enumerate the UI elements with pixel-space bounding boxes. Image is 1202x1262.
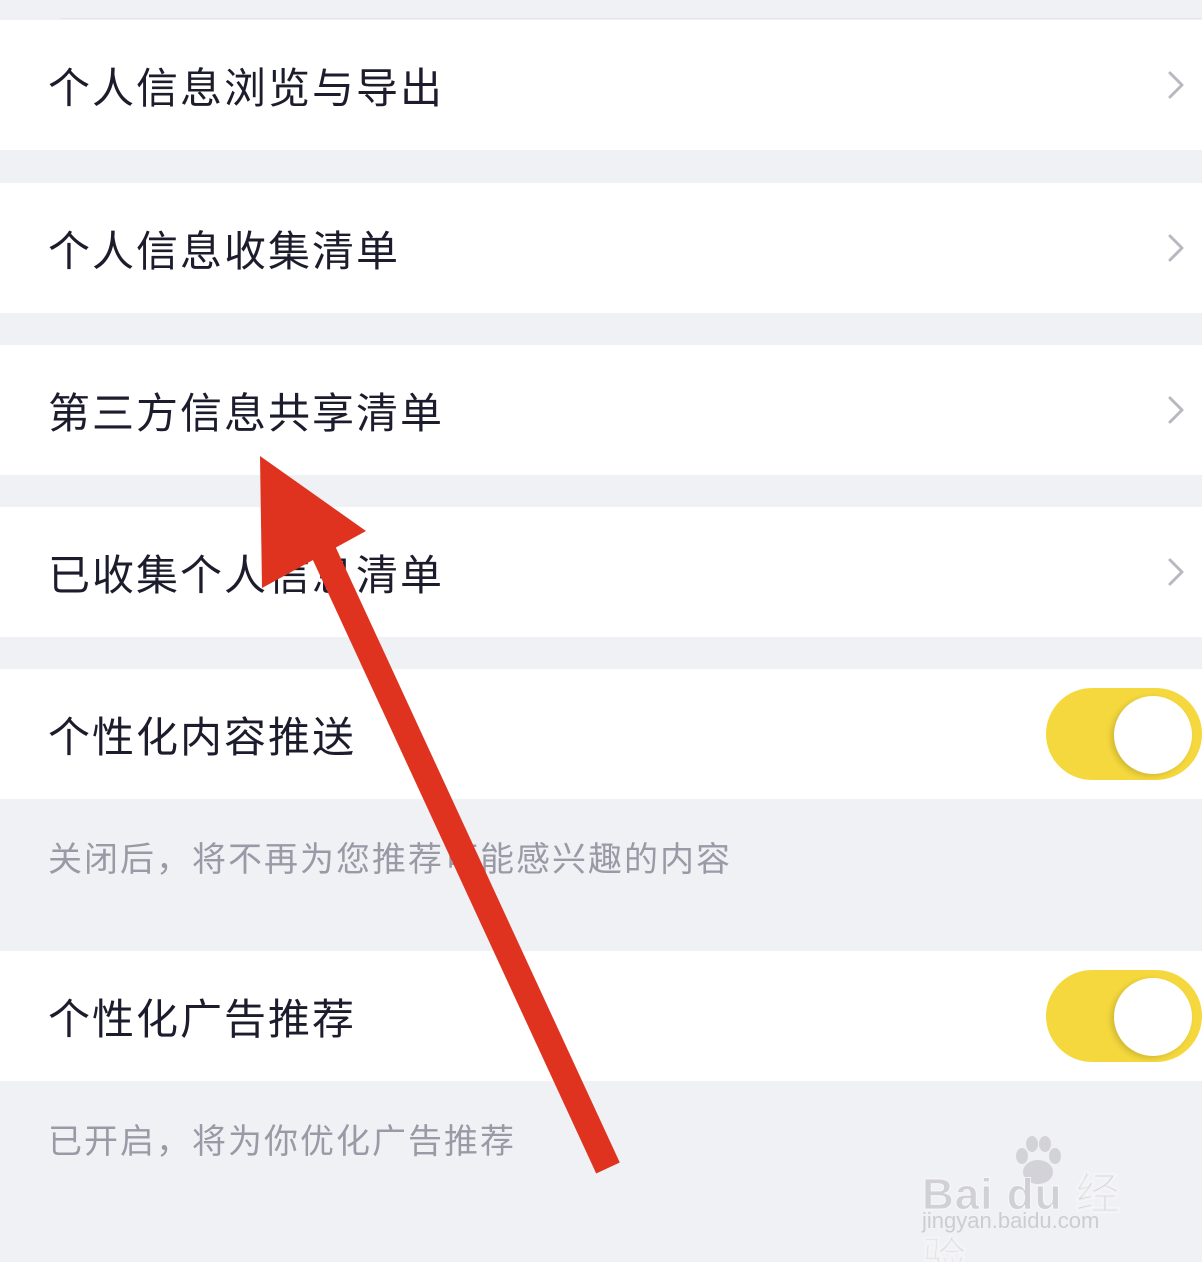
setting-label: 个性化广告推荐 — [48, 994, 357, 1044]
chevron-right-icon — [1168, 558, 1184, 586]
chevron-right-icon — [1168, 71, 1184, 99]
privacy-settings-page: 个人信息浏览与导出 个人信息收集清单 第三方信息共享清单 已收集个人信息清单 个… — [0, 0, 1202, 1262]
setting-personalized-ads: 个性化广告推荐 — [0, 951, 1202, 1081]
menu-item-label: 已收集个人信息清单 — [48, 550, 445, 600]
toggle-knob — [1114, 696, 1192, 774]
menu-item-label: 个人信息收集清单 — [48, 226, 401, 276]
setting-description: 已开启，将为你优化广告推荐 — [48, 1122, 516, 1162]
toggle-knob — [1114, 978, 1192, 1056]
setting-label: 个性化内容推送 — [48, 712, 357, 762]
personalized-content-toggle[interactable] — [1046, 688, 1202, 780]
chevron-right-icon — [1168, 396, 1184, 424]
baidu-jingyan-watermark: Bai du 经验 jingyan.baidu.com — [922, 1132, 1162, 1262]
setting-description: 关闭后，将不再为您推荐可能感兴趣的内容 — [48, 840, 732, 880]
menu-item-personal-info-collection-list[interactable]: 个人信息收集清单 — [0, 183, 1202, 313]
chevron-right-icon — [1168, 234, 1184, 262]
divider — [60, 18, 1202, 19]
setting-personalized-content: 个性化内容推送 — [0, 669, 1202, 799]
menu-item-third-party-sharing-list[interactable]: 第三方信息共享清单 — [0, 345, 1202, 475]
menu-item-label: 个人信息浏览与导出 — [48, 63, 445, 113]
menu-item-label: 第三方信息共享清单 — [48, 388, 445, 438]
menu-item-personal-info-export[interactable]: 个人信息浏览与导出 — [0, 18, 1202, 150]
personalized-ads-toggle[interactable] — [1046, 970, 1202, 1062]
watermark-url: jingyan.baidu.com — [922, 1208, 1100, 1233]
menu-item-collected-info-list[interactable]: 已收集个人信息清单 — [0, 507, 1202, 637]
